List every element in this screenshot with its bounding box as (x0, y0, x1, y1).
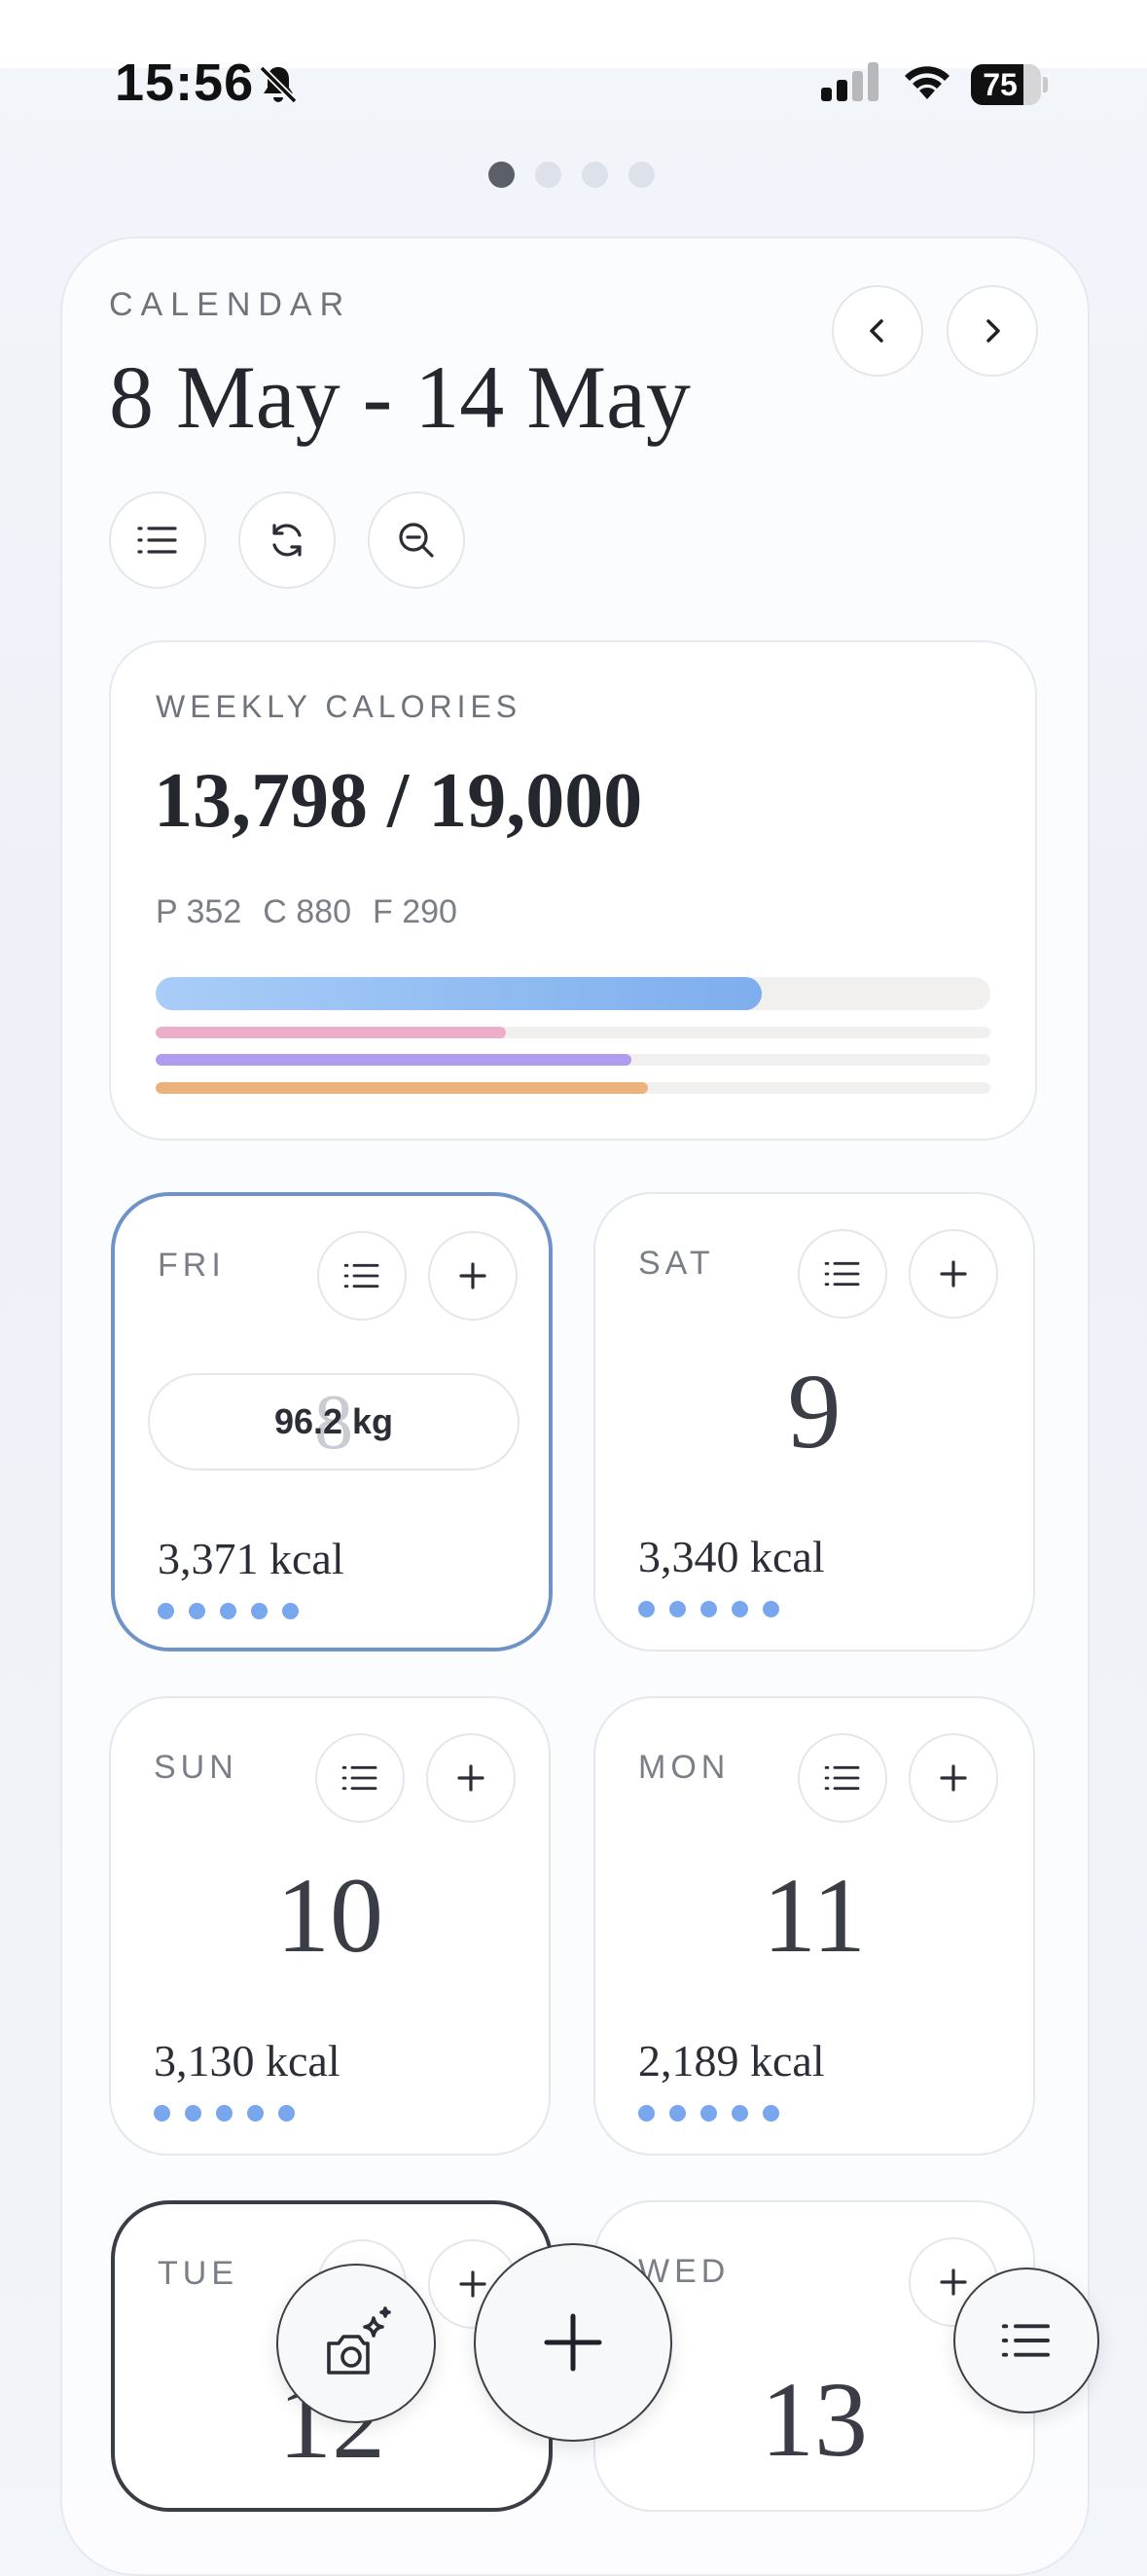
day-list-button[interactable] (315, 1733, 405, 1823)
plus-icon (940, 2268, 967, 2296)
plus-icon (459, 2270, 486, 2298)
day-name: SAT (638, 1245, 715, 1282)
day-card-sun[interactable]: SUN 10 3,130 kcal (109, 1696, 551, 2156)
list-view-button[interactable] (109, 491, 206, 589)
refresh-icon (272, 524, 302, 557)
day-name: SUN (154, 1749, 238, 1786)
chevron-right-icon (986, 319, 1000, 343)
meal-dots (638, 2105, 794, 2122)
cellular-signal-icon (821, 62, 878, 101)
carbs-progress-fill (156, 1054, 632, 1066)
day-add-button[interactable] (428, 1231, 518, 1321)
weight-value: 96.2 kg (273, 1401, 394, 1441)
day-add-button[interactable] (909, 1229, 998, 1319)
day-kcal: 2,189 kcal (638, 2036, 825, 2086)
day-name: FRI (158, 1247, 226, 1284)
fat-progress-bar (156, 1082, 990, 1094)
battery-level: 75 (983, 67, 1018, 102)
page-dot[interactable] (535, 162, 561, 188)
ai-camera-button[interactable] (276, 2264, 436, 2423)
weekly-calories-label: WEEKLY CALORIES (156, 689, 522, 724)
fat-total: F 290 (372, 893, 457, 930)
plus-icon (459, 1262, 486, 1289)
day-name: MON (638, 1749, 731, 1786)
day-card-fri[interactable]: FRI 8 96.2 kg 3,371 kcal (111, 1192, 553, 1651)
calories-progress-fill (156, 977, 762, 1010)
macro-summary: P 352 C 880 F 290 (156, 893, 479, 931)
day-number: 9 (787, 1352, 842, 1470)
list-icon (1001, 2324, 1050, 2357)
day-list-button[interactable] (798, 1733, 887, 1823)
day-kcal: 3,130 kcal (154, 2036, 341, 2086)
plus-icon (940, 1260, 967, 1288)
chevron-left-icon (870, 319, 883, 343)
page-dot[interactable] (628, 162, 655, 188)
protein-progress-fill (156, 1027, 507, 1038)
day-add-button[interactable] (909, 1733, 998, 1823)
list-icon (824, 1261, 860, 1287)
weekly-calories-total: 13,798 / 19,000 (154, 758, 643, 844)
date-range-title: 8 May - 14 May (109, 347, 691, 447)
day-add-button[interactable] (426, 1733, 516, 1823)
previous-week-button[interactable] (832, 285, 923, 377)
meal-dots (638, 1601, 794, 1618)
status-time: 15:56 (115, 54, 255, 112)
list-icon (341, 1765, 377, 1791)
day-name: TUE (158, 2255, 238, 2292)
day-card-mon[interactable]: MON 11 2,189 kcal (593, 1696, 1035, 2156)
next-week-button[interactable] (947, 285, 1038, 377)
protein-total: P 352 (156, 893, 242, 930)
add-entry-button[interactable] (474, 2243, 672, 2442)
fat-progress-fill (156, 1082, 649, 1094)
wifi-icon (905, 66, 950, 99)
calories-progress-bar (156, 977, 990, 1010)
page-dot[interactable] (488, 162, 515, 188)
carbs-progress-bar (156, 1054, 990, 1066)
carbs-total: C 880 (263, 893, 351, 930)
meal-dots (158, 1603, 313, 1620)
list-icon (824, 1765, 860, 1791)
list-icon (137, 526, 177, 554)
sparkle-camera-icon (327, 2306, 391, 2375)
section-label: CALENDAR (109, 286, 352, 323)
menu-list-button[interactable] (953, 2268, 1099, 2413)
protein-progress-bar (156, 1027, 990, 1038)
plus-icon (544, 2313, 602, 2372)
weight-pill[interactable]: 8 96.2 kg (148, 1373, 520, 1470)
meal-dots (154, 2105, 309, 2122)
refresh-button[interactable] (238, 491, 336, 589)
day-list-button[interactable] (317, 1231, 407, 1321)
zoom-out-icon (399, 523, 434, 558)
battery-icon: 75 (971, 64, 1048, 105)
bell-muted-icon (259, 65, 298, 104)
day-kcal: 3,371 kcal (158, 1534, 344, 1583)
day-kcal: 3,340 kcal (638, 1532, 825, 1581)
day-number: 10 (276, 1856, 383, 1975)
day-card-sat[interactable]: SAT 9 3,340 kcal (593, 1192, 1035, 1651)
page-dot[interactable] (582, 162, 608, 188)
day-list-button[interactable] (798, 1229, 887, 1319)
page-indicator[interactable] (488, 162, 663, 191)
zoom-out-button[interactable] (368, 491, 465, 589)
day-number: 11 (763, 1856, 866, 1975)
plus-icon (940, 1764, 967, 1792)
plus-icon (457, 1764, 484, 1792)
list-icon (343, 1263, 379, 1288)
